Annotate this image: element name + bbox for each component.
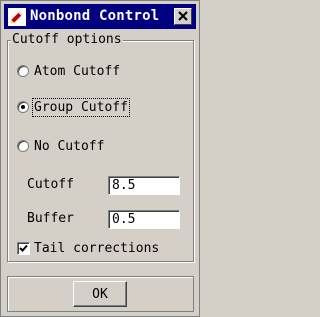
cutoff-input[interactable]: 8.5 bbox=[108, 176, 180, 195]
app-pencil-icon bbox=[8, 8, 26, 26]
tail-corrections-row[interactable]: Tail corrections bbox=[17, 241, 159, 256]
ok-button-label: OK bbox=[92, 286, 108, 302]
radio-group-cutoff[interactable]: Group Cutoff bbox=[17, 97, 130, 117]
tail-corrections-checkbox[interactable] bbox=[17, 242, 30, 255]
ok-button[interactable]: OK bbox=[73, 281, 127, 307]
radio-no-cutoff-label: No Cutoff bbox=[34, 138, 105, 154]
buffer-label: Buffer bbox=[27, 211, 74, 226]
radio-atom-cutoff-circle[interactable] bbox=[17, 65, 29, 77]
close-button[interactable] bbox=[174, 8, 192, 25]
radio-group-cutoff-label: Group Cutoff bbox=[32, 97, 130, 117]
radio-no-cutoff[interactable]: No Cutoff bbox=[17, 138, 104, 154]
radio-group-cutoff-circle[interactable] bbox=[17, 101, 29, 113]
tail-corrections-label: Tail corrections bbox=[34, 241, 160, 256]
radio-no-cutoff-circle[interactable] bbox=[17, 140, 29, 152]
cutoff-options-legend: Cutoff options bbox=[11, 32, 123, 47]
title-bar[interactable]: Nonbond Control bbox=[4, 4, 196, 29]
buffer-input[interactable]: 0.5 bbox=[108, 210, 180, 229]
cutoff-label: Cutoff bbox=[27, 177, 74, 192]
radio-atom-cutoff-label: Atom Cutoff bbox=[34, 63, 121, 79]
nonbond-control-window: Nonbond Control Cutoff options Atom Cuto… bbox=[0, 0, 200, 317]
radio-atom-cutoff[interactable]: Atom Cutoff bbox=[17, 63, 120, 79]
window-title: Nonbond Control bbox=[30, 8, 160, 24]
